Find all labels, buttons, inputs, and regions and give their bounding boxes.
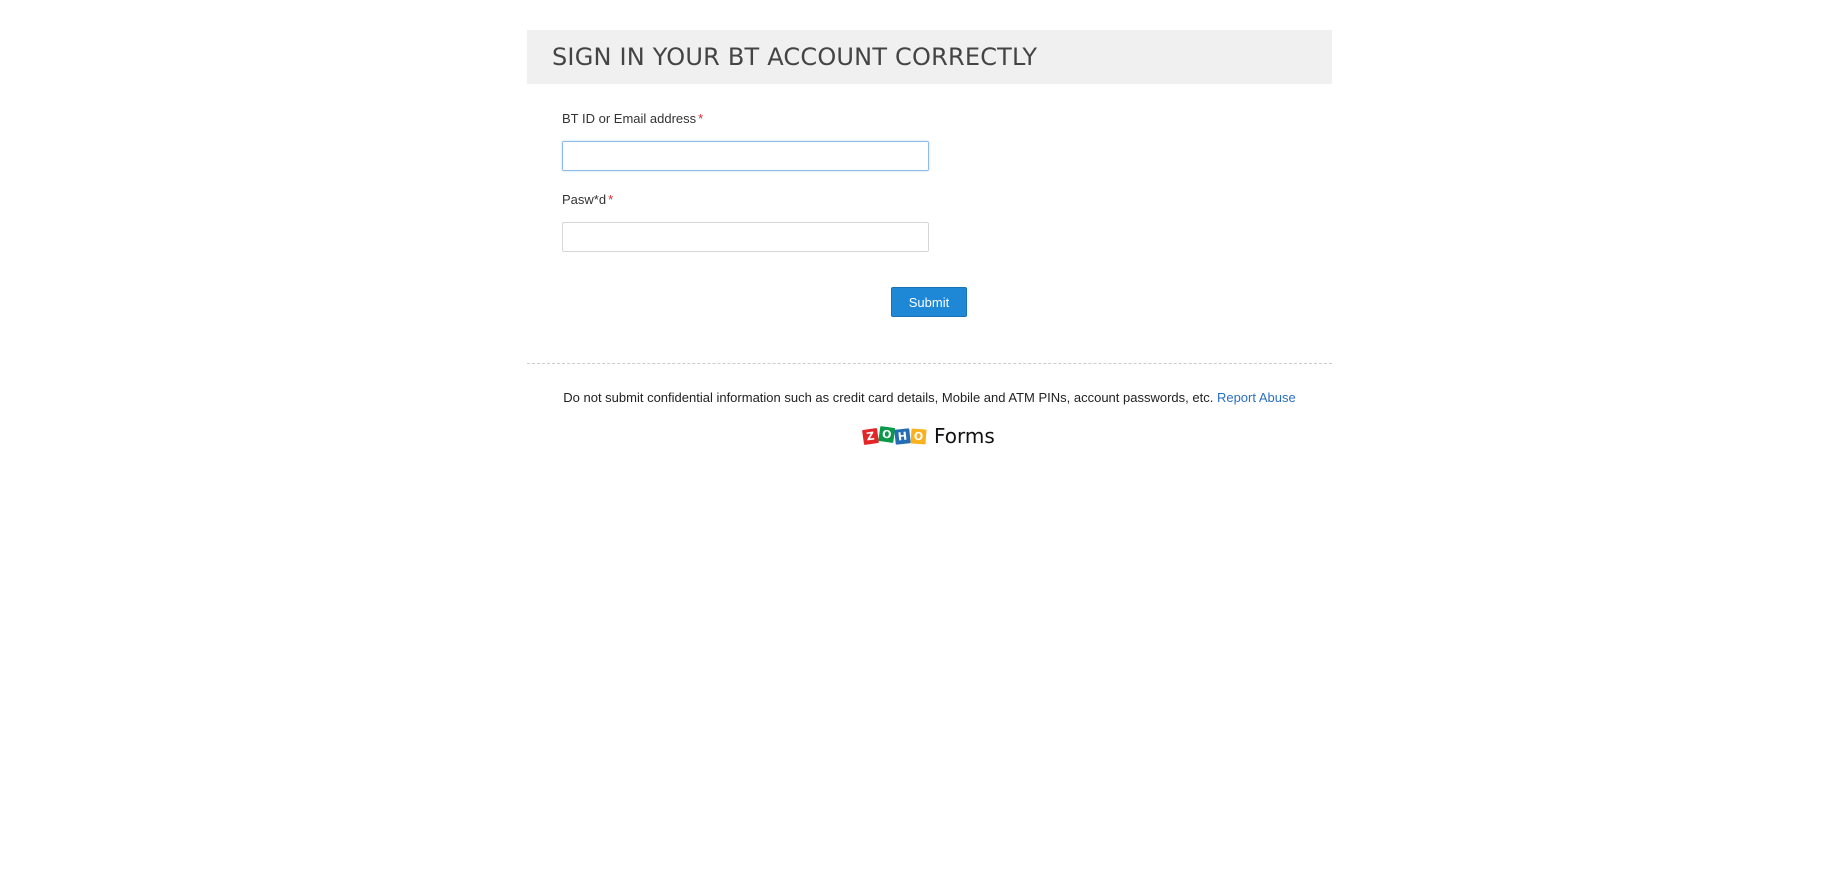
divider (527, 363, 1332, 364)
required-marker: * (608, 192, 614, 207)
form-container: SIGN IN YOUR BT ACCOUNT CORRECTLY BT ID … (527, 30, 1332, 448)
zoho-forms-logo[interactable]: Z O H O Forms (862, 423, 995, 449)
email-label-text: BT ID or Email address (562, 111, 697, 126)
confidential-warning: Do not submit confidential information s… (563, 390, 1214, 405)
logo-letter: H (894, 427, 911, 445)
report-abuse-link[interactable]: Report Abuse (1217, 390, 1296, 405)
form-title: SIGN IN YOUR BT ACCOUNT CORRECTLY (552, 43, 1038, 71)
brand-name: Forms (934, 424, 995, 448)
logo-letter: O (878, 425, 896, 443)
form-header: SIGN IN YOUR BT ACCOUNT CORRECTLY (527, 30, 1332, 84)
password-label: Pasw*d * (562, 191, 929, 209)
email-label: BT ID or Email address * (562, 110, 929, 128)
logo-letter: O (910, 427, 927, 445)
logo-letter: Z (862, 427, 879, 445)
password-label-text: Pasw*d (562, 192, 607, 207)
required-marker: * (698, 111, 704, 126)
password-input[interactable] (562, 222, 929, 252)
footer-note: Do not submit confidential information s… (527, 390, 1332, 405)
password-field-group: Pasw*d * (562, 191, 929, 252)
email-field-group: BT ID or Email address * (562, 110, 929, 171)
email-input[interactable] (562, 141, 929, 171)
submit-button[interactable]: Submit (891, 287, 967, 317)
zoho-logo-icon: Z O H O (862, 425, 927, 445)
